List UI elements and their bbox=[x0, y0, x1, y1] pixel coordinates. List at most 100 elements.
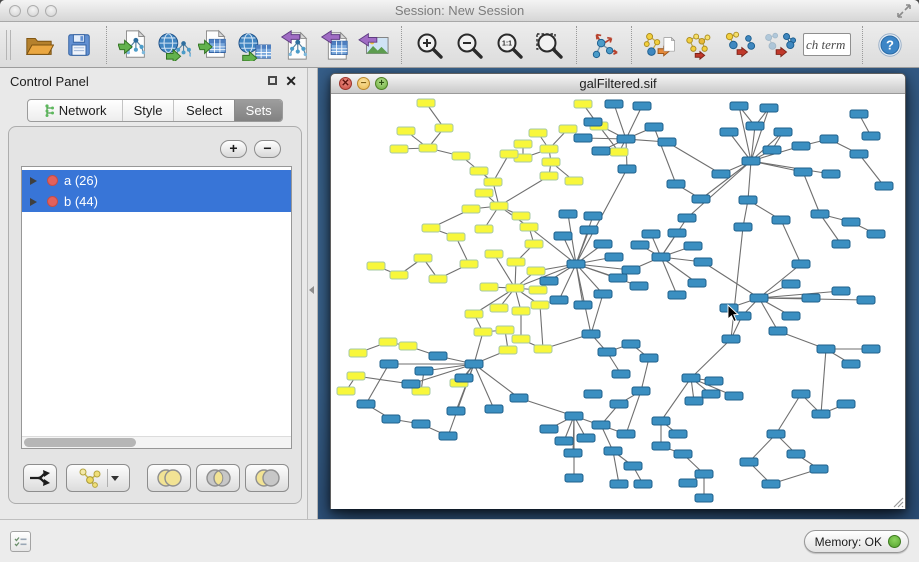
graph-node-blue[interactable] bbox=[584, 212, 602, 220]
graph-node-yellow[interactable] bbox=[462, 205, 480, 213]
graph-node-blue[interactable] bbox=[642, 230, 660, 238]
graph-node-blue[interactable] bbox=[674, 450, 692, 458]
toolbar-grip[interactable] bbox=[6, 30, 11, 60]
graph-node-yellow[interactable] bbox=[399, 342, 417, 350]
zoom-in-button[interactable] bbox=[409, 25, 449, 65]
float-panel-icon[interactable] bbox=[268, 76, 277, 85]
graph-node-yellow[interactable] bbox=[349, 349, 367, 357]
union-sets-button[interactable] bbox=[147, 464, 191, 492]
graph-edge[interactable] bbox=[626, 106, 642, 139]
graph-edge[interactable] bbox=[776, 394, 801, 434]
graph-node-blue[interactable] bbox=[811, 210, 829, 218]
graph-node-yellow[interactable] bbox=[475, 225, 493, 233]
graph-node-yellow[interactable] bbox=[397, 127, 415, 135]
graph-node-blue[interactable] bbox=[782, 312, 800, 320]
graph-node-blue[interactable] bbox=[832, 240, 850, 248]
graph-node-blue[interactable] bbox=[630, 282, 648, 290]
graph-node-blue[interactable] bbox=[774, 128, 792, 136]
graph-node-yellow[interactable] bbox=[470, 167, 488, 175]
graph-node-yellow[interactable] bbox=[506, 284, 524, 292]
export-table-button[interactable] bbox=[314, 25, 354, 65]
network-graph[interactable] bbox=[331, 94, 905, 509]
graph-node-blue[interactable] bbox=[465, 360, 483, 368]
tab-style[interactable]: Style bbox=[122, 100, 173, 121]
graph-edge[interactable] bbox=[803, 172, 820, 214]
graph-node-blue[interactable] bbox=[592, 421, 610, 429]
scrollbar-thumb[interactable] bbox=[24, 438, 136, 447]
open-session-button[interactable] bbox=[19, 25, 59, 65]
graph-node-yellow[interactable] bbox=[490, 202, 508, 210]
network-canvas[interactable] bbox=[331, 94, 905, 509]
graph-node-blue[interactable] bbox=[612, 370, 630, 378]
network-frame-titlebar[interactable]: ✕ − + galFiltered.sif bbox=[331, 74, 905, 94]
graph-node-blue[interactable] bbox=[794, 168, 812, 176]
graph-edge[interactable] bbox=[540, 305, 543, 349]
graph-node-yellow[interactable] bbox=[347, 372, 365, 380]
memory-status-button[interactable]: Memory: OK bbox=[804, 530, 909, 553]
graph-node-blue[interactable] bbox=[455, 374, 473, 382]
graph-node-blue[interactable] bbox=[610, 480, 628, 488]
graph-node-blue[interactable] bbox=[357, 400, 375, 408]
graph-node-blue[interactable] bbox=[742, 157, 760, 165]
zoom-out-button[interactable] bbox=[449, 25, 489, 65]
graph-node-yellow[interactable] bbox=[496, 326, 514, 334]
graph-node-yellow[interactable] bbox=[512, 335, 530, 343]
expand-triangle-icon[interactable] bbox=[30, 177, 37, 185]
chevron-down-icon[interactable] bbox=[111, 476, 119, 481]
graph-node-blue[interactable] bbox=[412, 420, 430, 428]
graph-edge[interactable] bbox=[474, 364, 494, 409]
graph-node-blue[interactable] bbox=[594, 240, 612, 248]
graph-node-blue[interactable] bbox=[832, 287, 850, 295]
graph-node-blue[interactable] bbox=[842, 218, 860, 226]
horizontal-scrollbar[interactable] bbox=[22, 436, 291, 448]
graph-node-blue[interactable] bbox=[792, 260, 810, 268]
graph-edge[interactable] bbox=[474, 364, 519, 398]
graph-node-blue[interactable] bbox=[667, 180, 685, 188]
help-button[interactable]: ? bbox=[870, 25, 910, 65]
graph-edge[interactable] bbox=[751, 161, 831, 174]
graph-node-yellow[interactable] bbox=[525, 240, 543, 248]
graph-node-blue[interactable] bbox=[554, 232, 572, 240]
graph-node-blue[interactable] bbox=[564, 449, 582, 457]
graph-node-blue[interactable] bbox=[720, 128, 738, 136]
graph-node-blue[interactable] bbox=[604, 447, 622, 455]
graph-node-blue[interactable] bbox=[605, 100, 623, 108]
graph-edge[interactable] bbox=[641, 358, 649, 391]
set-list-item[interactable]: a (26) bbox=[22, 170, 291, 191]
graph-node-blue[interactable] bbox=[772, 216, 790, 224]
set-list-item[interactable]: b (44) bbox=[22, 191, 291, 212]
graph-node-yellow[interactable] bbox=[507, 258, 525, 266]
graph-node-yellow[interactable] bbox=[610, 148, 628, 156]
graph-node-blue[interactable] bbox=[634, 480, 652, 488]
graph-edge[interactable] bbox=[691, 339, 731, 378]
graph-edge[interactable] bbox=[366, 364, 389, 404]
graph-node-yellow[interactable] bbox=[452, 152, 470, 160]
zoom-actual-button[interactable]: 1:1 bbox=[489, 25, 529, 65]
graph-node-blue[interactable] bbox=[812, 410, 830, 418]
graph-node-blue[interactable] bbox=[565, 474, 583, 482]
graph-node-blue[interactable] bbox=[669, 430, 687, 438]
graph-node-yellow[interactable] bbox=[435, 124, 453, 132]
graph-node-yellow[interactable] bbox=[390, 145, 408, 153]
graph-node-yellow[interactable] bbox=[419, 144, 437, 152]
select-nodes-button[interactable] bbox=[679, 25, 719, 65]
graph-node-blue[interactable] bbox=[668, 291, 686, 299]
graph-node-blue[interactable] bbox=[550, 296, 568, 304]
import-table-url-button[interactable] bbox=[234, 25, 274, 65]
graph-edge[interactable] bbox=[626, 391, 641, 434]
graph-node-yellow[interactable] bbox=[512, 212, 530, 220]
graph-node-blue[interactable] bbox=[439, 432, 457, 440]
zoom-fit-selected-button[interactable] bbox=[529, 25, 569, 65]
panel-splitter[interactable] bbox=[308, 68, 318, 519]
graph-node-blue[interactable] bbox=[787, 450, 805, 458]
graph-node-yellow[interactable] bbox=[474, 328, 492, 336]
graph-node-blue[interactable] bbox=[380, 360, 398, 368]
graph-node-yellow[interactable] bbox=[465, 310, 483, 318]
graph-node-yellow[interactable] bbox=[417, 99, 435, 107]
graph-node-yellow[interactable] bbox=[429, 275, 447, 283]
add-set-button[interactable]: + bbox=[220, 140, 247, 158]
graph-node-blue[interactable] bbox=[415, 367, 433, 375]
graph-node-blue[interactable] bbox=[584, 118, 602, 126]
graph-node-blue[interactable] bbox=[402, 380, 420, 388]
graph-node-blue[interactable] bbox=[610, 400, 628, 408]
